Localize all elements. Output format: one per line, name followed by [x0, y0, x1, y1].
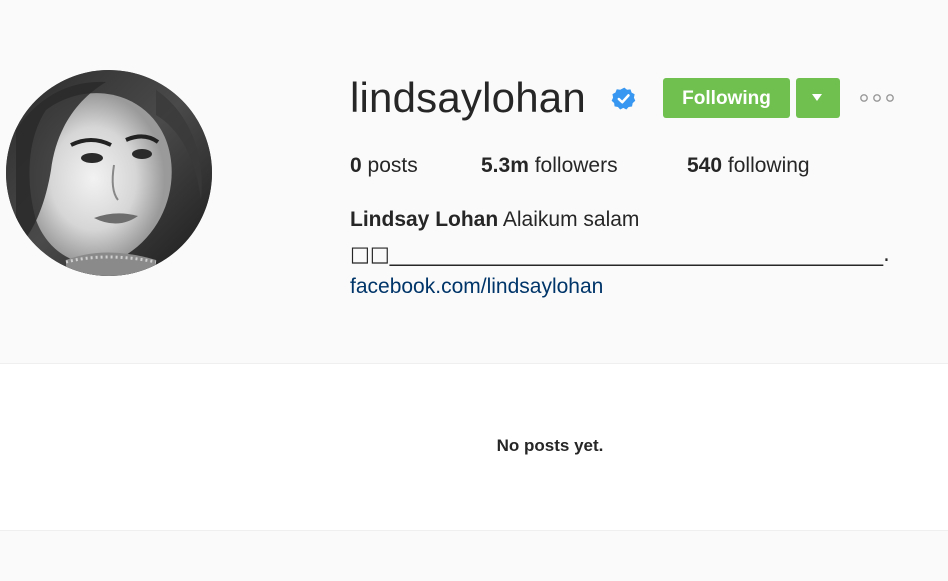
following-stat[interactable]: 540 following — [687, 152, 810, 180]
empty-posts-message: No posts yet. — [496, 436, 604, 455]
posts-section: No posts yet. — [0, 364, 948, 531]
bio-line: Lindsay Lohan Alaikum salam — [350, 206, 639, 234]
following-count: 540 — [687, 154, 723, 177]
following-button[interactable]: Following — [663, 78, 790, 118]
footer — [0, 531, 948, 581]
avatar-image — [6, 70, 212, 276]
verified-badge-icon — [611, 87, 636, 110]
caret-down-icon — [812, 94, 822, 101]
posts-label: posts — [367, 154, 418, 177]
suggestions-dropdown-button[interactable] — [796, 78, 840, 118]
profile-username: lindsaylohan — [350, 74, 586, 121]
followers-label: followers — [534, 154, 618, 177]
profile-header: lindsaylohan Following 0 posts 5.3m foll… — [0, 0, 948, 364]
following-label: following — [727, 154, 810, 177]
bio-text-line2: □□______________________________________… — [350, 242, 890, 266]
posts-count: 0 — [350, 154, 362, 177]
followers-count: 5.3m — [481, 154, 529, 177]
bio-external-link[interactable]: facebook.com/lindsaylohan — [350, 273, 603, 301]
profile-full-name: Lindsay Lohan — [350, 208, 499, 231]
followers-stat[interactable]: 5.3m followers — [481, 152, 618, 180]
posts-stat: 0 posts — [350, 152, 418, 180]
avatar[interactable] — [6, 70, 212, 276]
more-options-icon[interactable] — [858, 90, 896, 106]
bio-text: Alaikum salam — [502, 208, 640, 231]
